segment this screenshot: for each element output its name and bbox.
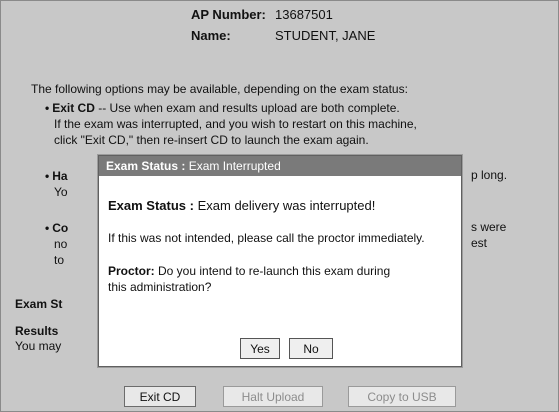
- copy-to-usb-button[interactable]: Copy to USB: [348, 386, 456, 407]
- option-halt-text-right: p long.: [471, 168, 508, 182]
- action-toolbar: Exit CD Halt Upload Copy to USB: [1, 386, 559, 407]
- name-value: STUDENT, JANE: [275, 28, 376, 43]
- bullet: •: [45, 101, 50, 115]
- option-exit-cd-text1: -- Use when exam and results upload are …: [94, 101, 400, 115]
- option-halt-title: Ha: [52, 169, 68, 183]
- candidate-info: AP Number: 13687501 Name: STUDENT, JANE: [191, 7, 375, 43]
- halt-upload-button[interactable]: Halt Upload: [223, 386, 323, 407]
- dialog-status-label: Exam Status :: [108, 198, 194, 213]
- bullet: •: [45, 221, 50, 235]
- option-exit-cd-text3: click "Exit CD," then re-insert CD to la…: [54, 133, 369, 147]
- ap-number-label: AP Number:: [191, 7, 266, 22]
- dialog-status-text: Exam delivery was interrupted!: [193, 198, 376, 213]
- name-label: Name:: [191, 28, 231, 43]
- dialog-title-bar: Exam Status : Exam Interrupted: [99, 156, 461, 176]
- yes-button[interactable]: Yes: [240, 338, 280, 359]
- option-copy-text-right1: s were: [471, 220, 507, 234]
- dialog-proctor-text: Do you intend to re-launch this exam dur…: [154, 264, 391, 278]
- exam-status-heading: Exam St: [15, 297, 63, 311]
- dialog-title-text: Exam Interrupted: [185, 159, 281, 173]
- option-copy-title: Co: [52, 221, 69, 235]
- dialog-proctor-text-2: this administration?: [108, 280, 212, 294]
- bullet: •: [45, 169, 50, 183]
- exit-cd-button[interactable]: Exit CD: [124, 386, 196, 407]
- dialog-notice: If this was not intended, please call th…: [108, 231, 425, 245]
- results-heading: Results: [15, 324, 59, 338]
- dialog-title-label: Exam Status :: [106, 159, 186, 173]
- option-exit-cd-title: Exit CD: [52, 101, 95, 115]
- ap-number-value: 13687501: [275, 7, 333, 22]
- option-exit-cd-text2: If the exam was interrupted, and you wis…: [54, 117, 417, 131]
- no-button[interactable]: No: [289, 338, 333, 359]
- exam-status-dialog: Exam Status : Exam Interrupted Exam Stat…: [98, 155, 462, 367]
- dialog-proctor-label: Proctor:: [108, 264, 155, 278]
- option-copy-text-right2: est: [471, 236, 488, 250]
- dialog-status-line: Exam Status : Exam delivery was interrup…: [108, 198, 375, 213]
- option-exit-cd: • Exit CD -- Use when exam and results up…: [45, 100, 545, 148]
- results-text: You may: [15, 339, 62, 353]
- options-intro: The following options may be available, …: [31, 82, 408, 96]
- dialog-proctor-line: Proctor: Do you intend to re-launch this…: [108, 264, 390, 278]
